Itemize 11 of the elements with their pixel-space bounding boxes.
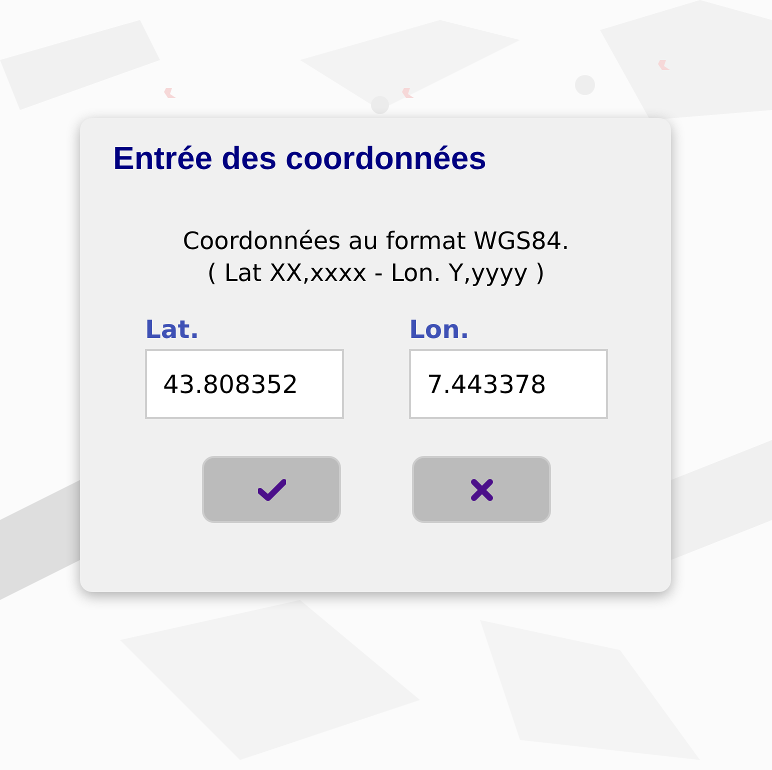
input-field[interactable]: 7.443378: [409, 349, 608, 419]
close-icon: [470, 478, 492, 500]
dialog-title: Entrée des coordonnées: [113, 140, 486, 177]
check-icon: [258, 478, 286, 500]
instruction-text: Coordonnées au format WGS84.: [182, 226, 570, 257]
field-label: Lat.: [145, 315, 200, 345]
field-label: Lon.: [409, 315, 470, 345]
cancel-button[interactable]: [412, 456, 551, 523]
instruction-text: ( Lat XX,xxxx - Lon. Y,yyyy ): [207, 258, 545, 289]
input-field[interactable]: 43.808352: [145, 349, 344, 419]
confirm-button[interactable]: [202, 456, 341, 523]
